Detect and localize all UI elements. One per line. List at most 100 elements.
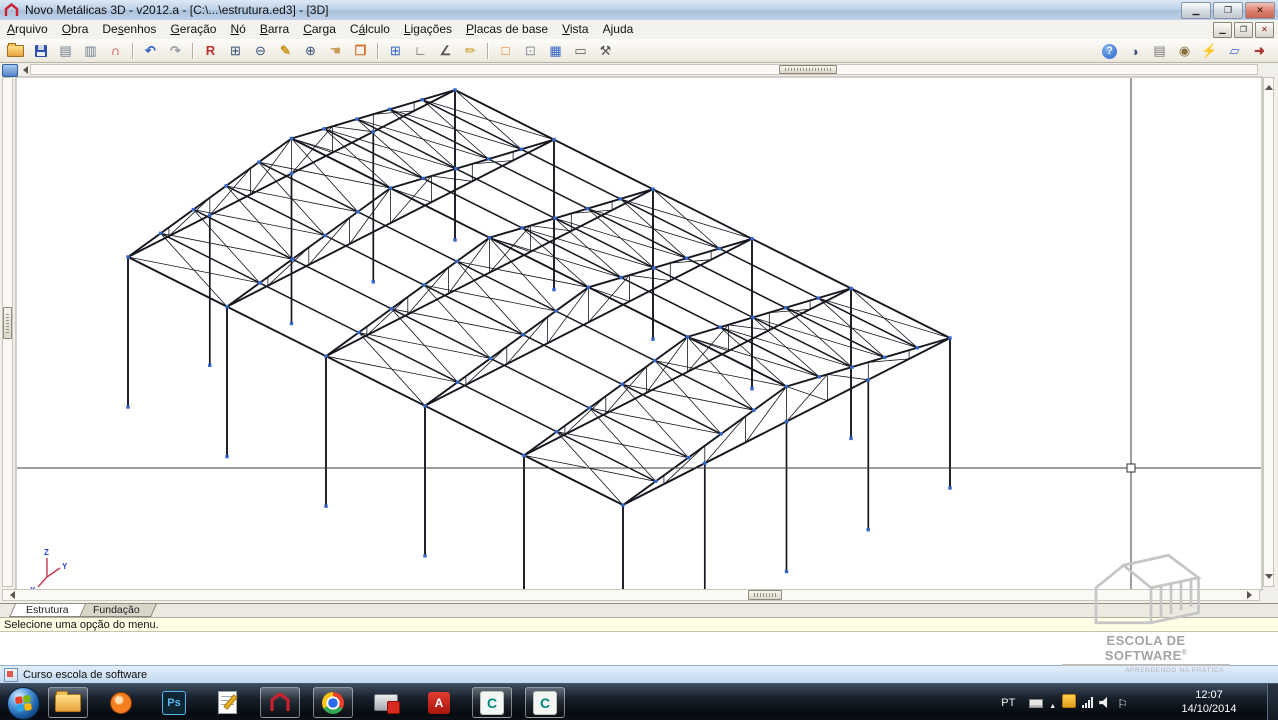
views-icon[interactable]: ▭ [569,40,592,62]
tab-estrutura[interactable]: Estrutura [9,604,85,617]
help-icon[interactable]: ? [1098,40,1121,62]
taskbar-adobe-reader[interactable]: A [419,687,459,718]
show-hidden-chevron[interactable]: ▲ [1049,699,1056,711]
zoom-window-icon[interactable]: ⊞ [224,40,247,62]
taskbar-photoshop[interactable]: Ps [154,687,194,718]
minimize-button[interactable]: ▁ [1181,2,1211,19]
toolbar: ▤▥∩↶↷R⊞⊖✎⊕☚❐⊞∟∠✏□⊡▦▭⚒ ?◑▤◉⚡▱➜ [0,39,1278,63]
close-button[interactable]: ✕ [1245,2,1275,19]
mdi-minimize-button[interactable]: ▁ [1213,22,1232,38]
edit-pencil-icon[interactable]: ✎ [274,40,297,62]
keyboard-icon[interactable] [1029,699,1043,711]
selection-frame-icon[interactable]: □ [494,40,517,62]
save-icon[interactable] [29,40,52,62]
angle-icon[interactable]: ∠ [434,40,457,62]
taskbar-explorer[interactable] [48,687,88,718]
docked-window-bar[interactable]: Curso escola de software [0,665,1278,684]
taskbar-apps: PsACC [48,686,565,719]
menu-ajuda[interactable]: Ajuda [596,22,641,36]
menu-liga-es[interactable]: Ligações [397,22,459,36]
menu-gera-o[interactable]: Geração [163,22,223,36]
window-controls: ▁❐✕ [1181,2,1275,19]
left-splitter-track[interactable] [2,77,13,587]
horizontal-scroll-thumb[interactable] [748,590,782,600]
tray-language[interactable]: PT [1001,697,1015,709]
menu-barra[interactable]: Barra [253,22,296,36]
scroll-down-icon[interactable] [1265,574,1273,583]
cype-arch-icon[interactable]: ∩ [104,40,127,62]
workplane-icon[interactable]: ▱ [1223,40,1246,62]
left-splitter-thumb[interactable] [3,307,12,339]
volume-icon[interactable] [1099,699,1111,711]
zoom-out-icon[interactable]: ⊖ [249,40,272,62]
menu-placas-de-base[interactable]: Placas de base [459,22,555,36]
taskbar-metalicas3d[interactable] [260,687,300,718]
scroll-right-icon[interactable] [1247,591,1256,599]
mdi-restore-button[interactable]: ❐ [1234,22,1253,38]
annotate-icon[interactable]: ✏ [459,40,482,62]
render-icon[interactable]: ◉ [1173,40,1196,62]
cursor-pickbox [1127,464,1135,472]
taskbar-camtasia-studio[interactable]: C [472,687,512,718]
scroll-up-icon[interactable] [1265,81,1273,90]
windows-flag-icon [15,695,32,712]
pan-hand-icon[interactable]: ☚ [324,40,347,62]
tray-icons: ▲⚐ [1023,694,1128,711]
connections-icon[interactable]: ⚡ [1198,40,1221,62]
tab-label: Fundação [93,604,140,617]
taskbar-media-player[interactable] [101,687,141,718]
menu-desenhos[interactable]: Desenhos [95,22,163,36]
layers-icon[interactable]: ▦ [544,40,567,62]
zoom-frame-icon[interactable]: ⊕ [299,40,322,62]
mdi-close-button[interactable]: ✕ [1255,22,1274,38]
scroll-left-icon[interactable] [19,66,28,74]
viewport-container[interactable]: ZYX [0,63,1278,603]
action-flag-icon[interactable]: ⚐ [1117,699,1128,711]
drawings-icon[interactable]: ▤ [54,40,77,62]
print-icon[interactable]: ▤ [1148,40,1171,62]
menu-vista[interactable]: Vista [555,22,595,36]
menu-c-lculo[interactable]: Cálculo [343,22,397,36]
menu-arquivo[interactable]: Arquivo [0,22,55,36]
vertical-scrollbar[interactable] [1263,77,1274,587]
viewport-3d[interactable]: ZYX [0,63,1278,603]
taskbar-chrome[interactable] [313,687,353,718]
system-tray: PT ▲⚐ [1001,684,1128,720]
signal-bars-icon[interactable] [1082,699,1093,711]
orbit-icon[interactable]: ◑ [1123,40,1146,62]
tools-icon[interactable]: ⚒ [594,40,617,62]
tab-fundacao[interactable]: Fundação [76,604,156,617]
taskbar-camtasia-recorder[interactable]: C [525,687,565,718]
taskbar-notepad[interactable] [207,687,247,718]
menu-obra[interactable]: Obra [55,22,96,36]
open-icon[interactable] [4,40,27,62]
menu-bar: ArquivoObraDesenhosGeraçãoNóBarraCargaCá… [0,20,1278,40]
top-splitter-thumb[interactable] [779,65,837,74]
reference-point-icon[interactable]: ⊡ [519,40,542,62]
menu-items: ArquivoObraDesenhosGeraçãoNóBarraCargaCá… [0,20,640,39]
menu-n-[interactable]: Nó [223,22,252,36]
move-view-icon[interactable]: ⊞ [384,40,407,62]
toolbar-separator [132,43,134,59]
exit-icon[interactable]: ➜ [1248,40,1271,62]
show-desktop-button[interactable] [1267,684,1278,720]
taskbar-clock[interactable]: 12:07 14/10/2014 [1166,688,1252,716]
horizontal-scrollbar[interactable] [2,589,1260,601]
redraw-icon[interactable]: R [199,40,222,62]
full-window-icon[interactable]: ❐ [349,40,372,62]
title-bar[interactable]: Novo Metálicas 3D - v2012.a - [C:\...\es… [0,0,1278,21]
view-split-button[interactable] [2,64,18,77]
measure-icon[interactable]: ∟ [409,40,432,62]
toolbar-left-group: ▤▥∩↶↷R⊞⊖✎⊕☚❐⊞∟∠✏□⊡▦▭⚒ [3,40,618,62]
taskbar-pdf-printer[interactable] [366,687,406,718]
start-button[interactable] [7,687,40,720]
mdi-window-controls: ▁❐✕ [1213,22,1274,38]
menu-carga[interactable]: Carga [296,22,343,36]
top-splitter-track[interactable] [30,64,1258,75]
templates-icon[interactable]: ▥ [79,40,102,62]
update-icon[interactable] [1062,699,1076,711]
undo-icon[interactable]: ↶ [139,40,162,62]
redo-icon[interactable]: ↷ [164,40,187,62]
scroll-left-icon[interactable] [6,591,15,599]
maximize-button[interactable]: ❐ [1213,2,1243,19]
